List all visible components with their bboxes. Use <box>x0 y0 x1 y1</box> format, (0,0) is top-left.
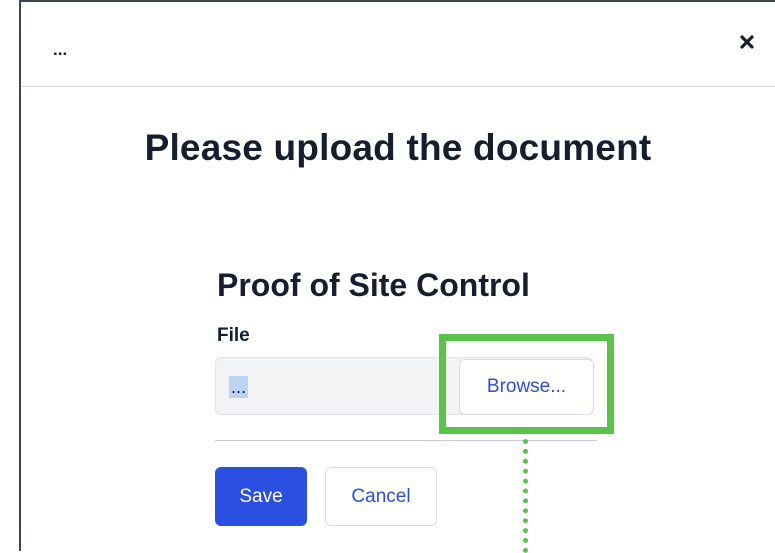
file-field-label: File <box>217 325 250 346</box>
save-button[interactable]: Save <box>215 467 307 526</box>
browse-button[interactable]: Browse... <box>459 359 594 415</box>
highlight-connector-line <box>523 439 528 553</box>
upload-modal: ... Please upload the document Proof of … <box>19 0 775 553</box>
file-input-value: ... <box>229 376 249 398</box>
page-title: Please upload the document <box>144 127 652 168</box>
close-icon <box>740 35 754 49</box>
cancel-button[interactable]: Cancel <box>325 467 437 526</box>
modal-menu-label: ... <box>53 40 68 59</box>
section-title: Proof of Site Control <box>217 267 530 303</box>
divider <box>215 440 597 441</box>
modal-header: ... <box>21 2 775 87</box>
close-button[interactable] <box>733 28 761 56</box>
